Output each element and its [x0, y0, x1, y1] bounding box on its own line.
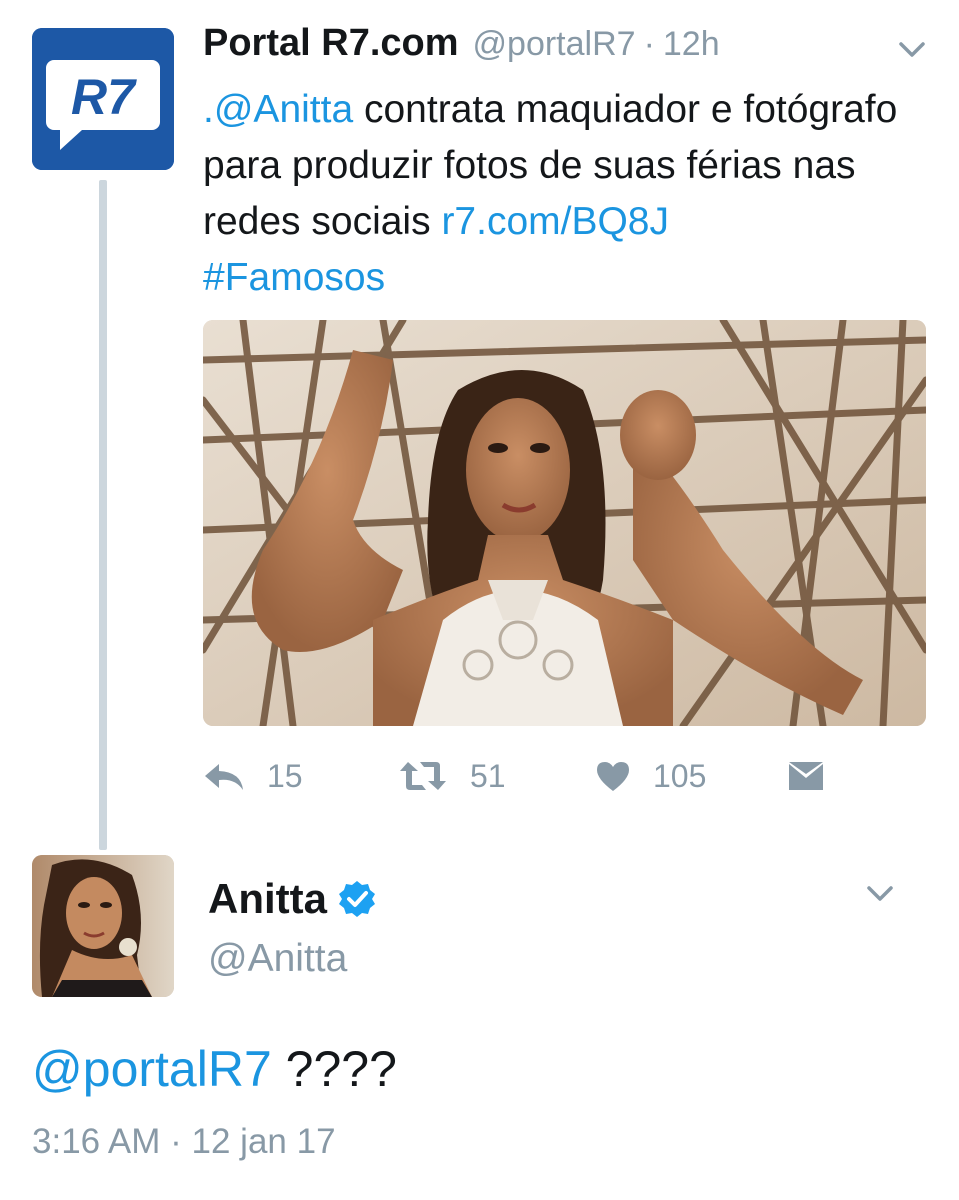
- tweet2-timestamp[interactable]: 3:16 AM · 12 jan 17: [32, 1122, 336, 1162]
- reply-icon: [205, 764, 243, 790]
- r7-logo-icon: R7: [32, 28, 174, 170]
- heart-icon: [597, 762, 629, 791]
- tweet1-header: Portal R7.com @portalR7 · 12h: [203, 22, 720, 78]
- like-button[interactable]: 105: [595, 750, 706, 802]
- tweet1-time[interactable]: 12h: [663, 25, 720, 64]
- tweet1-separator: ·: [643, 25, 655, 63]
- direct-message-button[interactable]: [787, 750, 825, 802]
- reply-button[interactable]: 15: [203, 750, 303, 802]
- anitta-avatar[interactable]: [32, 855, 174, 997]
- tweet1-media-photo[interactable]: [203, 320, 926, 726]
- r7-logo-text: R7: [71, 69, 137, 125]
- tweet1-more-chevron-down-icon[interactable]: [895, 32, 929, 66]
- tweet2-name-row: Anitta: [208, 875, 377, 923]
- thread-connector-line: [99, 180, 107, 850]
- anitta-profile-photo: [32, 855, 174, 997]
- tweet2-author-handle[interactable]: @Anitta: [208, 937, 347, 981]
- verified-badge-icon: [337, 879, 377, 919]
- like-count: 105: [653, 757, 707, 794]
- tweet1-author-name[interactable]: Portal R7.com: [203, 22, 459, 65]
- mention-anitta-link[interactable]: .@Anitta: [203, 88, 353, 131]
- retweet-button[interactable]: 51: [398, 750, 506, 802]
- retweet-count: 51: [470, 757, 506, 794]
- tweet2-author-name[interactable]: Anitta: [208, 875, 327, 923]
- tweet1-text: .@Anitta contrata maquiador e fotógrafo …: [203, 82, 923, 306]
- portal-r7-avatar[interactable]: R7: [32, 28, 174, 170]
- envelope-icon: [789, 762, 823, 790]
- mention-portalr7-link[interactable]: @portalR7: [32, 1041, 272, 1097]
- tweet2-text: @portalR7 ????: [32, 1040, 397, 1098]
- tweet1-actions: 15 51 105: [203, 750, 923, 802]
- tweet1-author-handle[interactable]: @portalR7: [473, 25, 636, 64]
- r7-short-link[interactable]: r7.com/BQ8J: [441, 200, 669, 243]
- photo-image: [203, 320, 926, 726]
- reply-count: 15: [267, 757, 303, 794]
- tweet2-body-text: ????: [271, 1041, 397, 1097]
- hashtag-famosos-link[interactable]: #Famosos: [203, 256, 385, 299]
- retweet-icon: [400, 762, 446, 790]
- tweet2-more-chevron-down-icon[interactable]: [863, 876, 897, 910]
